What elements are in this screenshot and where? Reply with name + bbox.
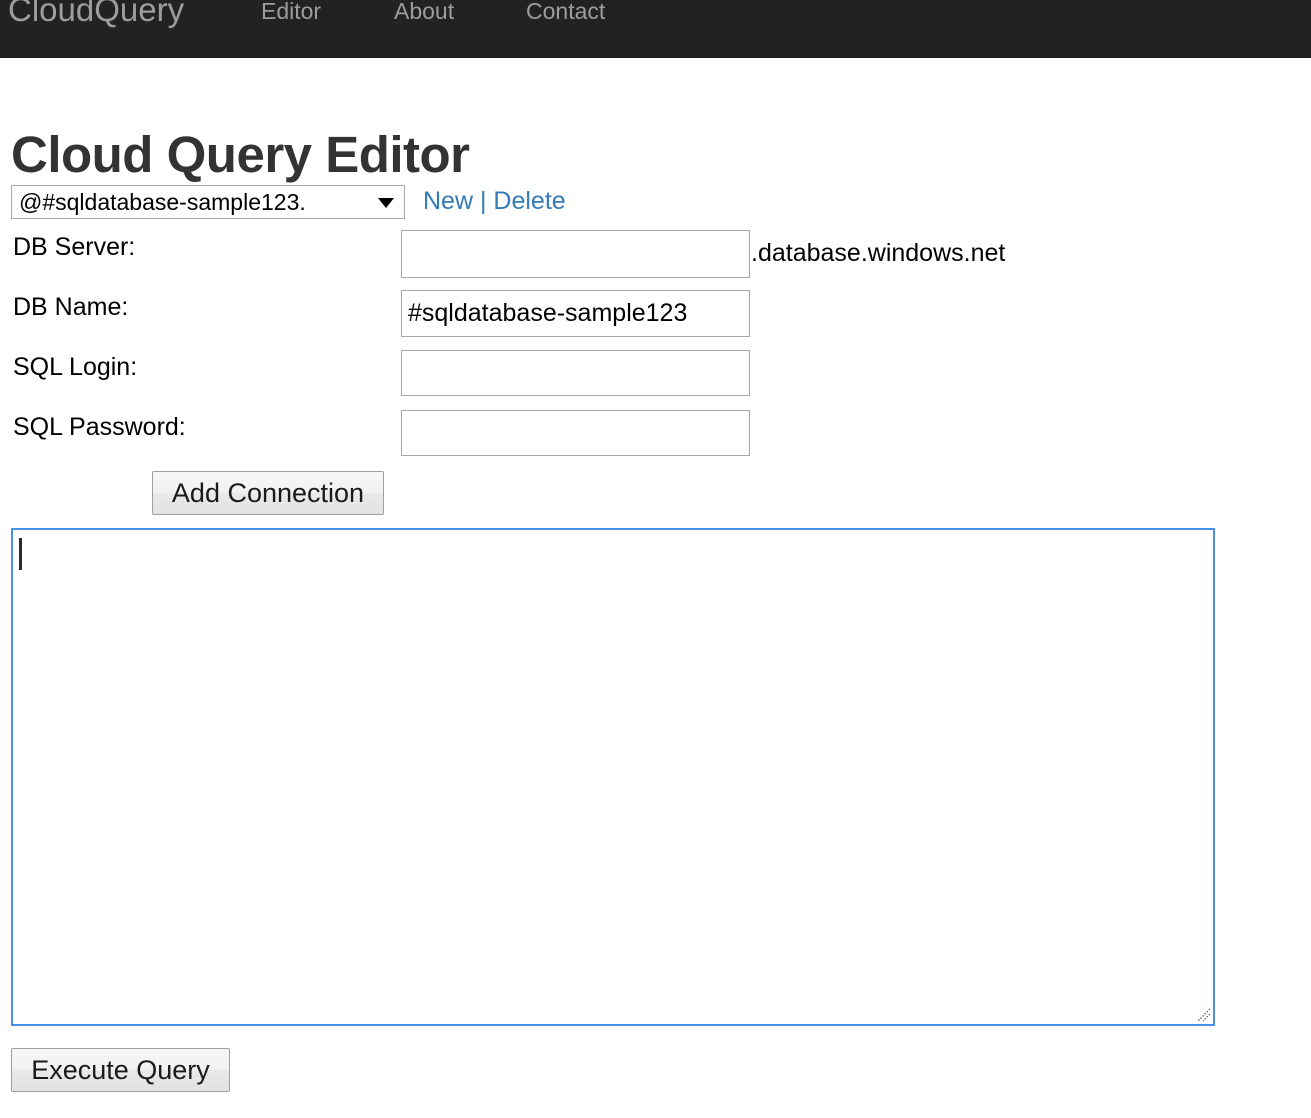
- chevron-down-icon: [378, 198, 394, 208]
- execute-query-button[interactable]: Execute Query: [11, 1048, 230, 1092]
- resize-handle-icon[interactable]: [1193, 1004, 1211, 1022]
- delete-connection-link[interactable]: Delete: [493, 187, 565, 215]
- db-name-input[interactable]: [401, 290, 750, 337]
- sql-password-label: SQL Password:: [13, 413, 186, 441]
- db-server-suffix: .database.windows.net: [751, 239, 1006, 267]
- db-name-label: DB Name:: [13, 293, 129, 321]
- navbar-brand[interactable]: CloudQuery: [8, 0, 184, 29]
- sql-login-input[interactable]: [401, 350, 750, 396]
- nav-link-editor[interactable]: Editor: [261, 0, 321, 25]
- connection-select[interactable]: @#sqldatabase-sample123.: [11, 185, 405, 219]
- new-connection-link[interactable]: New: [423, 187, 473, 215]
- db-server-input[interactable]: [401, 230, 750, 278]
- connection-actions: New | Delete: [423, 186, 566, 217]
- connection-select-value: @#sqldatabase-sample123.: [19, 189, 306, 215]
- link-separator: |: [479, 187, 487, 215]
- query-textarea[interactable]: [11, 528, 1215, 1026]
- text-caret: [19, 538, 22, 570]
- nav-link-about[interactable]: About: [394, 0, 454, 25]
- sql-login-label: SQL Login:: [13, 353, 138, 381]
- nav-link-contact[interactable]: Contact: [526, 0, 605, 25]
- top-navbar: CloudQuery Editor About Contact: [0, 0, 1311, 58]
- page-title: Cloud Query Editor: [11, 126, 470, 184]
- sql-password-input[interactable]: [401, 410, 750, 456]
- add-connection-button[interactable]: Add Connection: [152, 471, 384, 515]
- db-server-label: DB Server:: [13, 233, 136, 261]
